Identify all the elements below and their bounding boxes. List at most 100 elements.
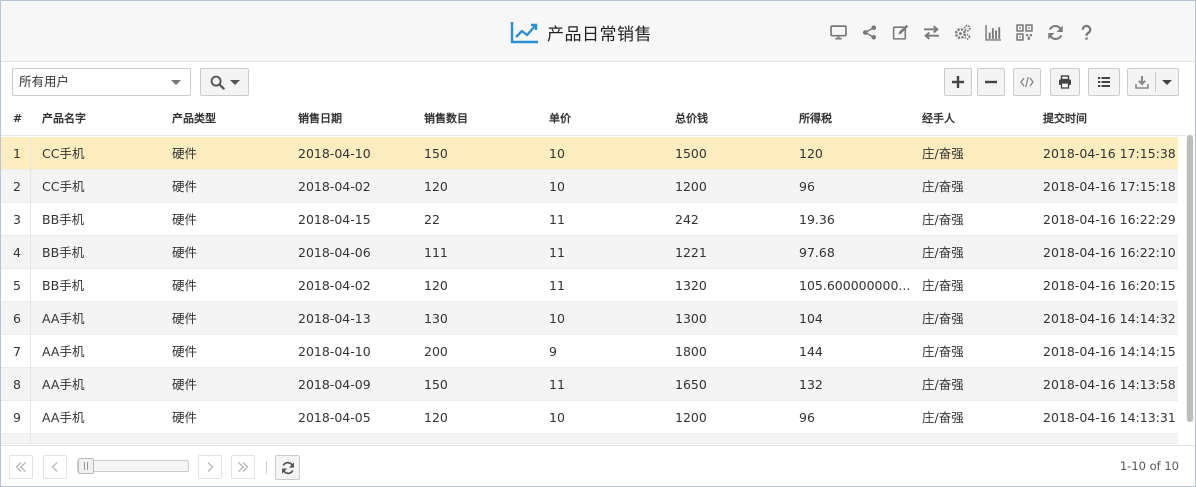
line-chart-icon bbox=[510, 22, 538, 44]
pager-refresh-button[interactable] bbox=[275, 455, 300, 480]
download-button[interactable] bbox=[1127, 68, 1179, 96]
cell-product-name: CC手机 bbox=[42, 146, 85, 161]
cell-sale-date: 2018-04-10 bbox=[298, 146, 371, 161]
code-button[interactable] bbox=[1013, 68, 1041, 96]
help-icon[interactable] bbox=[1075, 21, 1097, 43]
refresh-icon bbox=[281, 461, 294, 474]
cell-handler: 庄/奋强 bbox=[922, 377, 964, 392]
exchange-icon[interactable] bbox=[920, 21, 942, 43]
cell-tax: 104 bbox=[799, 311, 823, 326]
print-button[interactable] bbox=[1050, 68, 1080, 96]
cell-product-type: 硬件 bbox=[172, 245, 198, 260]
first-page-button[interactable] bbox=[9, 455, 33, 479]
vertical-scrollbar[interactable] bbox=[1186, 135, 1194, 422]
gears-icon[interactable] bbox=[951, 21, 973, 43]
bar-chart-icon[interactable] bbox=[982, 21, 1004, 43]
page-slider-handle[interactable] bbox=[78, 458, 94, 474]
cell-index: 8 bbox=[1, 368, 31, 401]
column-header-total[interactable]: 总价钱 bbox=[675, 102, 708, 136]
cell-index: 1 bbox=[1, 137, 31, 170]
column-header-handler[interactable]: 经手人 bbox=[922, 102, 955, 136]
cell-handler: 庄/奋强 bbox=[922, 344, 964, 359]
column-header-unit-price[interactable]: 单价 bbox=[549, 102, 571, 136]
cell-unit-price: 10 bbox=[549, 410, 565, 425]
table-row[interactable]: 2 CC手机 硬件 2018-04-02 120 10 1200 96 庄/奋强 2018-04-… bbox=[1, 170, 1178, 203]
cell-index: 7 bbox=[1, 335, 31, 368]
user-filter-value: 所有用户 bbox=[19, 74, 70, 89]
first-page-icon bbox=[15, 462, 26, 472]
prev-page-button[interactable] bbox=[43, 455, 67, 479]
cell-product-type: 硬件 bbox=[172, 146, 198, 161]
next-page-button[interactable] bbox=[198, 455, 222, 479]
cell-unit-price: 10 bbox=[549, 179, 565, 194]
last-page-icon bbox=[238, 462, 249, 472]
cell-submit-time: 2018-04-16 16:22:10 bbox=[1043, 245, 1176, 260]
table-row[interactable]: 7 AA手机 硬件 2018-04-10 200 9 1800 144 庄/奋强 2018-04-… bbox=[1, 335, 1178, 368]
cell-submit-time: 2018-04-16 17:15:18 bbox=[1043, 179, 1176, 194]
table-row[interactable]: 9 AA手机 硬件 2018-04-05 120 10 1200 96 庄/奋强 2018-04-… bbox=[1, 401, 1178, 434]
cell-quantity: 22 bbox=[424, 212, 440, 227]
column-header-submit-time[interactable]: 提交时间 bbox=[1043, 102, 1087, 136]
pager-info: 1-10 of 10 bbox=[1119, 459, 1179, 473]
cell-product-name: BB手机 bbox=[42, 245, 85, 260]
table-row[interactable]: 4 BB手机 硬件 2018-04-06 111 11 1221 97.68 庄/奋强 2018-… bbox=[1, 236, 1178, 269]
search-button[interactable] bbox=[200, 68, 249, 96]
remove-button[interactable] bbox=[977, 68, 1005, 96]
cell-handler: 庄/奋强 bbox=[922, 410, 964, 425]
column-header-tax[interactable]: 所得税 bbox=[799, 102, 832, 136]
cell-tax: 19.36 bbox=[799, 212, 835, 227]
column-header-index[interactable]: # bbox=[13, 102, 22, 136]
scrollbar-thumb[interactable] bbox=[1187, 135, 1193, 422]
cell-sale-date: 2018-04-13 bbox=[298, 311, 371, 326]
cell-sale-date: 2018-04-09 bbox=[298, 377, 371, 392]
last-page-button[interactable] bbox=[231, 455, 255, 479]
user-filter-select[interactable]: 所有用户 bbox=[12, 68, 191, 96]
cell-total: 242 bbox=[675, 212, 699, 227]
cell-index: 5 bbox=[1, 269, 31, 302]
cell-product-type: 硬件 bbox=[172, 410, 198, 425]
cell-unit-price: 10 bbox=[549, 146, 565, 161]
monitor-icon[interactable] bbox=[827, 21, 849, 43]
edit-icon[interactable] bbox=[889, 21, 911, 43]
cell-product-type: 硬件 bbox=[172, 179, 198, 194]
cell-tax: 144 bbox=[799, 344, 823, 359]
download-icon bbox=[1135, 76, 1149, 89]
column-header-product-name[interactable]: 产品名字 bbox=[42, 102, 86, 136]
cell-index: 6 bbox=[1, 302, 31, 335]
table-row[interactable]: 8 AA手机 硬件 2018-04-09 150 11 1650 132 庄/奋强 2018-04… bbox=[1, 368, 1178, 401]
column-header-sale-date[interactable]: 销售日期 bbox=[298, 102, 342, 136]
cell-sale-date: 2018-04-02 bbox=[298, 278, 371, 293]
cell-total: 1650 bbox=[675, 377, 707, 392]
cell-tax: 132 bbox=[799, 377, 823, 392]
page-title-text: 产品日常销售 bbox=[547, 24, 652, 45]
cell-sale-date: 2018-04-05 bbox=[298, 410, 371, 425]
cell-total: 1200 bbox=[675, 179, 707, 194]
cell-quantity: 120 bbox=[424, 410, 448, 425]
column-header-product-type[interactable]: 产品类型 bbox=[172, 102, 216, 136]
cell-total: 1300 bbox=[675, 311, 707, 326]
cell-unit-price: 11 bbox=[549, 278, 565, 293]
table-row[interactable]: 5 BB手机 硬件 2018-04-02 120 11 1320 105.600000000.… bbox=[1, 269, 1178, 302]
column-header-quantity[interactable]: 销售数目 bbox=[424, 102, 468, 136]
add-button[interactable] bbox=[944, 68, 972, 96]
next-page-icon bbox=[207, 462, 214, 472]
share-icon[interactable] bbox=[858, 21, 880, 43]
cell-handler: 庄/奋强 bbox=[922, 245, 964, 260]
table-row[interactable]: 3 BB手机 硬件 2018-04-15 22 11 242 19.36 庄/奋强 2018-04… bbox=[1, 203, 1178, 236]
cell-product-name: BB手机 bbox=[42, 278, 85, 293]
add-icon bbox=[952, 76, 964, 88]
cell-product-type: 硬件 bbox=[172, 278, 198, 293]
qrcode-icon[interactable] bbox=[1013, 21, 1035, 43]
cell-quantity: 150 bbox=[424, 377, 448, 392]
cell-handler: 庄/奋强 bbox=[922, 311, 964, 326]
cell-index: 9 bbox=[1, 401, 31, 434]
page-slider[interactable] bbox=[77, 458, 189, 474]
cell-sale-date: 2018-04-10 bbox=[298, 344, 371, 359]
table-row[interactable]: 1 CC手机 硬件 2018-04-10 150 10 1500 120 庄/奋强 2018-04… bbox=[1, 137, 1178, 170]
list-view-button[interactable] bbox=[1088, 68, 1120, 96]
header-bar: 产品日常销售 bbox=[1, 1, 1195, 62]
table-row[interactable]: 6 AA手机 硬件 2018-04-13 130 10 1300 104 庄/奋强 2018-04… bbox=[1, 302, 1178, 335]
cell-total: 1221 bbox=[675, 245, 707, 260]
refresh-icon[interactable] bbox=[1044, 21, 1066, 43]
cell-total: 1320 bbox=[675, 278, 707, 293]
